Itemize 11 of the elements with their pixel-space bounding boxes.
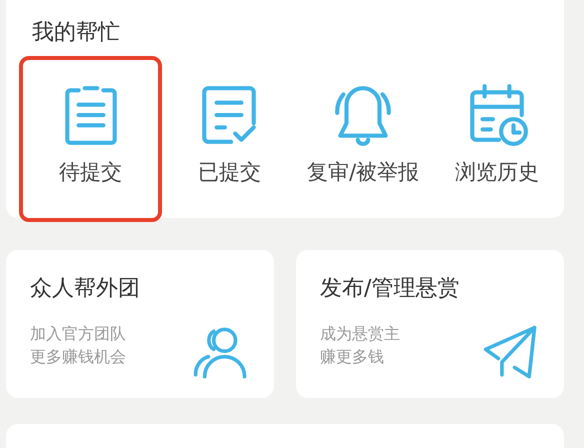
section-title: 我的帮忙: [32, 19, 121, 47]
card-subtitle: 成为悬赏主 赚更多钱: [320, 323, 401, 368]
card-title: 众人帮外团: [30, 275, 140, 303]
menu-item[interactable]: 浏览历史: [430, 56, 564, 222]
menu-item[interactable]: 已提交: [162, 56, 296, 222]
feature-card[interactable]: 发布/管理悬赏 成为悬赏主 赚更多钱: [296, 250, 564, 398]
card-subtitle: 加入官方团队 更多赚钱机会: [30, 323, 127, 368]
card-title: 发布/管理悬赏: [320, 275, 460, 303]
feature-card[interactable]: 众人帮外团 加入官方团队 更多赚钱机会: [6, 250, 274, 398]
menu-item[interactable]: 待提交: [19, 56, 162, 222]
menu-item[interactable]: 复审/被举报: [296, 56, 430, 222]
